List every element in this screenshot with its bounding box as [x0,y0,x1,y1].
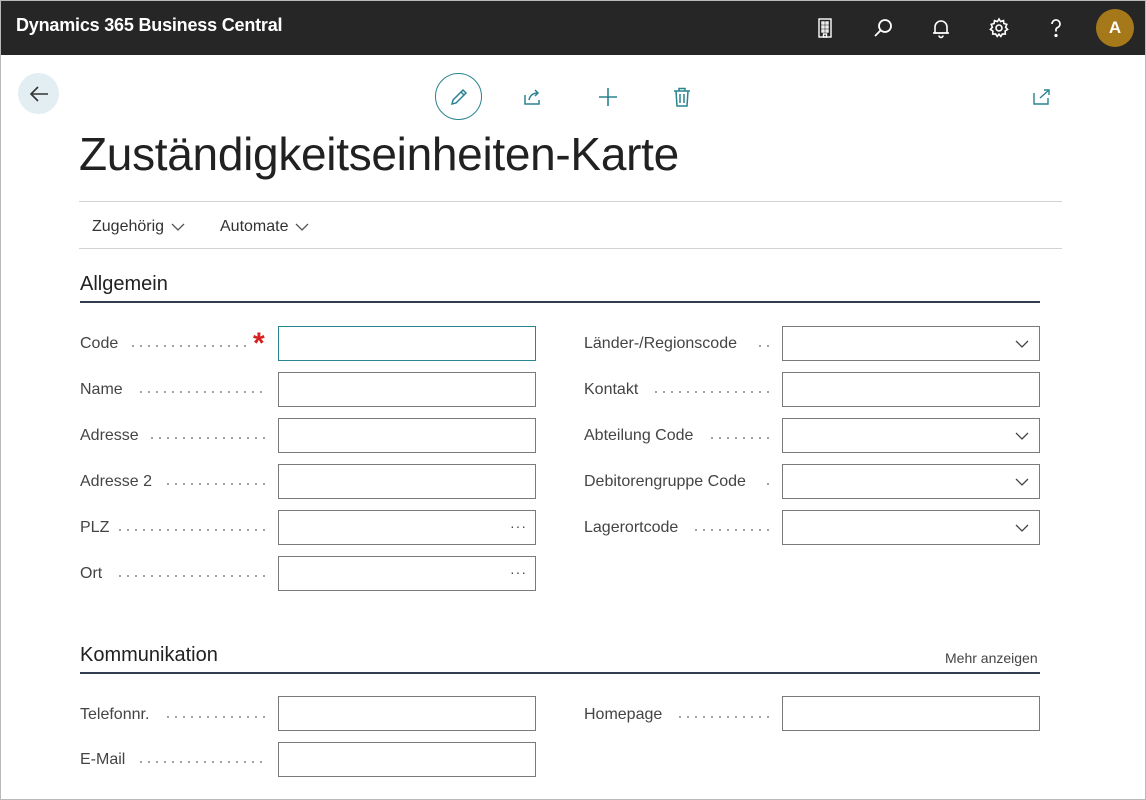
label-leader [756,345,771,347]
search-icon[interactable] [869,14,897,42]
share-icon [524,89,540,105]
country-select[interactable] [782,326,1040,361]
menu-related[interactable]: Zugehörig [92,218,185,236]
top-bar: Dynamics 365 Business Central A [1,1,1145,55]
homepage-field[interactable] [782,696,1040,731]
city-field[interactable]: ··· [278,556,536,591]
required-indicator: * [253,327,265,360]
label-leader [116,529,267,531]
chevron-down-icon [1015,478,1029,486]
address2-input[interactable] [279,465,535,498]
department-label: Abteilung Code [584,427,694,444]
gear-icon[interactable] [985,14,1013,42]
homepage-input[interactable] [783,697,1039,730]
homepage-label: Homepage [584,706,663,723]
phone-field[interactable] [278,696,536,731]
label-leader [708,437,771,439]
action-menu-bar: Zugehörig Automate [79,201,1062,249]
postcode-field[interactable]: ··· [278,510,536,545]
label-leader [164,716,267,718]
back-button[interactable] [18,73,59,114]
open-in-new-window-icon [1033,89,1050,105]
chevron-down-icon [1015,524,1029,532]
contact-input[interactable] [783,373,1039,406]
section-divider [80,672,1040,674]
postcode-label: PLZ [80,519,110,536]
menu-automate-label: Automate [220,218,289,235]
customer-group-select[interactable] [782,464,1040,499]
plus-icon [599,88,617,106]
country-label: Länder-/Regionscode [584,335,737,352]
address-input[interactable] [279,419,535,452]
show-more-link[interactable]: Mehr anzeigen [945,650,1038,666]
name-input[interactable] [279,373,535,406]
share-button[interactable] [519,83,547,111]
contact-label: Kontakt [584,381,639,398]
phone-label: Telefonnr. [80,706,150,723]
location-select[interactable] [782,510,1040,545]
location-label: Lagerortcode [584,519,679,536]
label-leader [164,483,267,485]
address2-field[interactable] [278,464,536,499]
customer-group-label: Debitorengruppe Code [584,473,746,490]
menu-automate[interactable]: Automate [220,218,309,236]
label-leader [764,483,771,485]
department-select[interactable] [782,418,1040,453]
city-lookup-button[interactable]: ··· [510,564,527,580]
page-title: Zuständigkeitseinheiten-Karte [79,128,679,180]
name-field[interactable] [278,372,536,407]
delete-button[interactable] [668,83,696,111]
user-avatar[interactable]: A [1096,9,1134,47]
chevron-down-icon [1015,340,1029,348]
section-divider [80,301,1040,303]
address-field[interactable] [278,418,536,453]
app-title[interactable]: Dynamics 365 Business Central [16,15,283,36]
postcode-input[interactable] [279,511,535,544]
phone-input[interactable] [279,697,535,730]
open-in-new-window-button[interactable] [1028,83,1056,111]
bell-icon[interactable] [927,14,955,42]
help-icon[interactable] [1042,14,1070,42]
back-arrow-icon [29,85,48,102]
trash-icon [674,87,690,107]
label-leader [148,437,267,439]
email-field[interactable] [278,742,536,777]
label-leader [129,345,247,347]
chevron-down-icon [1015,432,1029,440]
code-label: Code [80,335,119,352]
label-leader [137,391,267,393]
section-communication-title[interactable]: Kommunikation [80,644,218,667]
email-label: E-Mail [80,751,126,768]
section-general-title[interactable]: Allgemein [80,273,168,296]
code-field[interactable] [278,326,536,361]
city-input[interactable] [279,557,535,590]
label-leader [137,761,267,763]
postcode-lookup-button[interactable]: ··· [510,518,527,534]
label-leader [652,391,771,393]
chevron-down-icon [171,223,185,231]
address-label: Adresse [80,427,139,444]
city-label: Ort [80,565,103,582]
code-input[interactable] [279,327,535,360]
label-leader [116,575,267,577]
new-button[interactable] [594,83,622,111]
pencil-icon [450,88,467,105]
name-label: Name [80,381,123,398]
menu-related-label: Zugehörig [92,218,165,235]
label-leader [692,529,771,531]
company-icon[interactable] [811,14,839,42]
edit-button[interactable] [435,73,482,120]
address2-label: Adresse 2 [80,473,153,490]
label-leader [676,716,771,718]
chevron-down-icon [296,223,309,231]
app-window: Dynamics 365 Business Central A Zuständi… [0,0,1146,800]
email-input[interactable] [279,743,535,776]
contact-field[interactable] [782,372,1040,407]
